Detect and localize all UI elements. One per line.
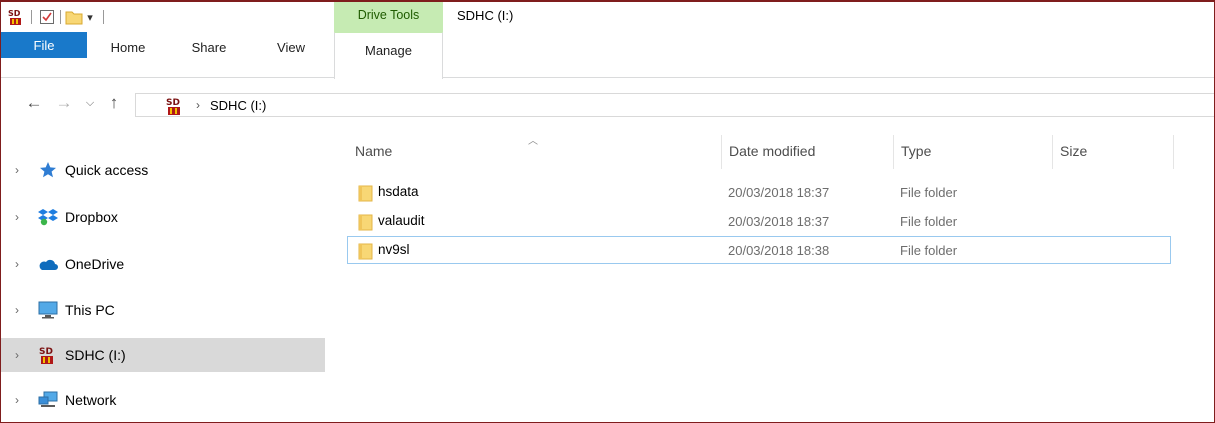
up-arrow-icon[interactable]: ↑: [103, 93, 125, 113]
file-type: File folder: [900, 185, 958, 200]
address-bar[interactable]: SD › SDHC (I:): [135, 93, 1214, 119]
expand-chevron-icon[interactable]: ›: [15, 303, 29, 317]
star-icon: [37, 160, 59, 180]
new-folder-icon[interactable]: [65, 7, 83, 27]
title-bar: SD ▾ Drive Tools SDHC (I:): [1, 2, 1214, 32]
file-date-modified: 20/03/2018 18:37: [728, 185, 830, 200]
column-header-date-modified[interactable]: Date modified: [729, 131, 815, 171]
svg-text:SD: SD: [8, 9, 21, 18]
sort-ascending-icon: ︿: [528, 136, 538, 147]
nav-item-quick-access[interactable]: › Quick access: [15, 153, 325, 187]
tab-file[interactable]: File: [1, 32, 87, 58]
properties-checkbox-icon[interactable]: [38, 7, 56, 27]
nav-item-this-pc[interactable]: › This PC: [15, 293, 325, 327]
column-divider[interactable]: [721, 135, 722, 169]
toolbar-separator: [103, 10, 104, 24]
nav-item-dropbox[interactable]: › Dropbox: [15, 200, 325, 234]
back-arrow-icon[interactable]: ←: [23, 93, 45, 113]
column-header-name[interactable]: Name: [355, 131, 392, 171]
expand-chevron-icon[interactable]: ›: [15, 393, 29, 407]
sd-card-icon: SD: [166, 96, 184, 119]
monitor-icon: [37, 300, 59, 320]
sd-card-icon: SD: [37, 345, 59, 365]
column-divider[interactable]: [1052, 135, 1053, 169]
svg-text:SD: SD: [39, 347, 53, 357]
nav-label: SDHC (I:): [65, 347, 126, 363]
ribbon-tabs: File Home Share View Manage: [1, 32, 1214, 79]
column-header-size[interactable]: Size: [1060, 131, 1087, 171]
expand-chevron-icon[interactable]: ›: [15, 210, 29, 224]
navigation-pane: › Quick access › Dropbox › OneDrive › Th…: [1, 127, 327, 422]
file-row-hsdata[interactable]: hsdata 20/03/2018 18:37 File folder: [347, 178, 1171, 206]
file-name: nv9sl: [378, 242, 410, 257]
file-type: File folder: [900, 214, 958, 229]
file-name: valaudit: [378, 213, 425, 228]
nav-label: Quick access: [65, 162, 149, 178]
tab-share[interactable]: Share: [187, 32, 231, 78]
breadcrumb-chevron-icon[interactable]: ›: [196, 98, 200, 112]
column-divider[interactable]: [1173, 135, 1174, 169]
nav-item-onedrive[interactable]: › OneDrive: [15, 247, 325, 281]
tab-view[interactable]: View: [271, 32, 311, 78]
address-row: ← → ⌵ ↑ SD › SDHC (I:): [1, 79, 1214, 127]
column-header-type[interactable]: Type: [901, 131, 931, 171]
file-row-valaudit[interactable]: valaudit 20/03/2018 18:37 File folder: [347, 207, 1171, 235]
toolbar-separator: [60, 10, 61, 24]
window-title: SDHC (I:): [457, 8, 514, 23]
folder-icon: [358, 184, 374, 205]
file-date-modified: 20/03/2018 18:38: [728, 243, 830, 258]
nav-label: This PC: [65, 302, 115, 318]
sd-card-icon[interactable]: SD: [7, 7, 25, 27]
forward-arrow-icon[interactable]: →: [53, 93, 75, 113]
quick-access-toolbar: SD ▾: [1, 2, 110, 32]
expand-chevron-icon[interactable]: ›: [15, 348, 29, 362]
tab-home[interactable]: Home: [106, 32, 150, 78]
file-list-pane: ︿ Name Date modified Type Size hsdata 20…: [327, 127, 1214, 422]
file-name: hsdata: [378, 184, 419, 199]
nav-item-sdhc[interactable]: › SD SDHC (I:): [1, 338, 325, 372]
customize-dropdown-icon[interactable]: ▾: [83, 11, 97, 24]
expand-chevron-icon[interactable]: ›: [15, 257, 29, 271]
nav-label: OneDrive: [65, 256, 125, 272]
nav-label: Dropbox: [65, 209, 118, 225]
nav-item-network[interactable]: › Network: [15, 383, 325, 417]
expand-chevron-icon[interactable]: ›: [15, 163, 29, 177]
tab-manage[interactable]: Manage: [334, 32, 443, 79]
column-divider[interactable]: [893, 135, 894, 169]
file-type: File folder: [900, 243, 958, 258]
folder-icon: [358, 242, 374, 263]
file-row-nv9sl[interactable]: nv9sl 20/03/2018 18:38 File folder: [347, 236, 1171, 264]
toolbar-separator: [31, 10, 32, 24]
folder-icon: [358, 213, 374, 234]
dropbox-icon: [37, 207, 59, 227]
explorer-window: SD ▾ Drive Tools SDHC (I:) File Home Sha…: [0, 0, 1215, 423]
file-date-modified: 20/03/2018 18:37: [728, 214, 830, 229]
svg-text:SD: SD: [166, 98, 180, 108]
onedrive-cloud-icon: [37, 254, 59, 274]
drive-tools-context-group: Drive Tools: [334, 2, 443, 32]
network-icon: [37, 390, 59, 410]
drive-tools-label: Drive Tools: [357, 8, 420, 22]
recent-locations-chevron-icon[interactable]: ⌵: [79, 93, 101, 113]
nav-label: Network: [65, 392, 117, 408]
breadcrumb-sdhc[interactable]: SDHC (I:): [210, 98, 266, 113]
